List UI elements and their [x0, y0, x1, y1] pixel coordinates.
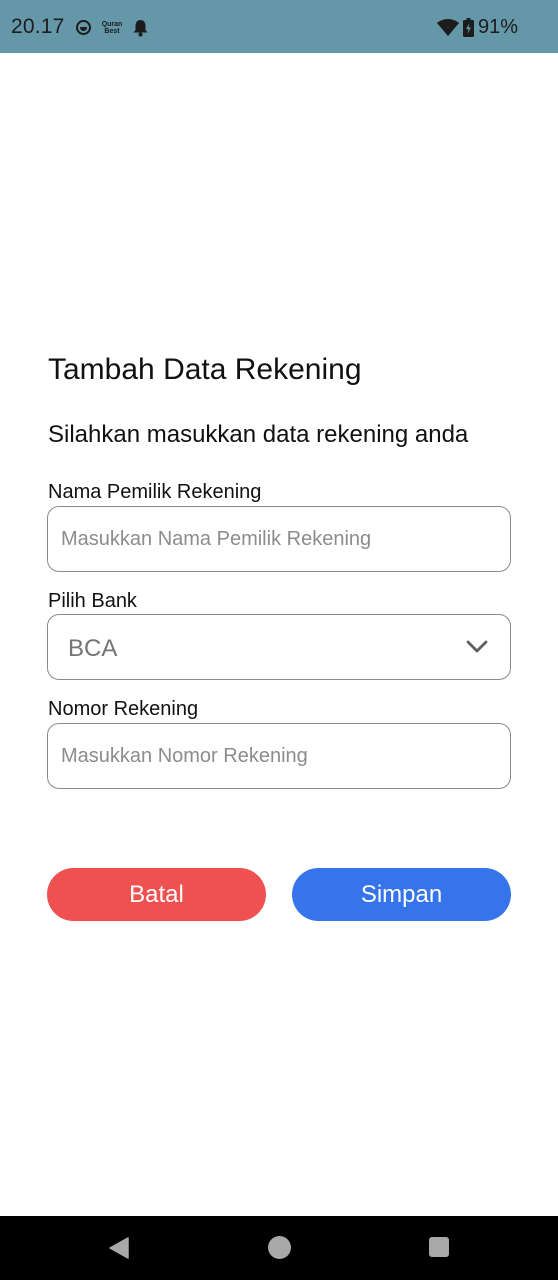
bank-selected-value: BCA — [68, 635, 118, 662]
battery-icon — [463, 18, 474, 37]
page-subtitle: Silahkan masukkan data rekening anda — [48, 421, 469, 448]
status-bar: 20.17 Quran Best 91% — [0, 0, 558, 53]
page-title: Tambah Data Rekening — [48, 353, 362, 386]
back-icon[interactable] — [108, 1237, 130, 1259]
alarm-clock-icon — [76, 20, 91, 35]
save-button[interactable]: Simpan — [292, 868, 511, 921]
home-icon[interactable] — [268, 1236, 291, 1259]
owner-name-input[interactable] — [47, 506, 511, 572]
bank-label: Pilih Bank — [48, 590, 137, 612]
account-number-label: Nomor Rekening — [48, 698, 199, 720]
recents-icon[interactable] — [429, 1237, 449, 1257]
chevron-down-icon — [466, 640, 488, 653]
quran-app-icon: Quran Best — [101, 21, 123, 35]
battery-percentage: 91% — [478, 16, 519, 38]
bell-icon — [133, 20, 148, 37]
cancel-button[interactable]: Batal — [47, 868, 266, 921]
status-time: 20.17 — [11, 15, 65, 38]
navigation-bar — [0, 1216, 558, 1280]
account-number-input[interactable] — [47, 723, 511, 789]
bank-select[interactable]: BCA — [47, 614, 511, 680]
wifi-icon — [437, 19, 459, 36]
owner-name-label: Nama Pemilik Rekening — [48, 481, 262, 503]
